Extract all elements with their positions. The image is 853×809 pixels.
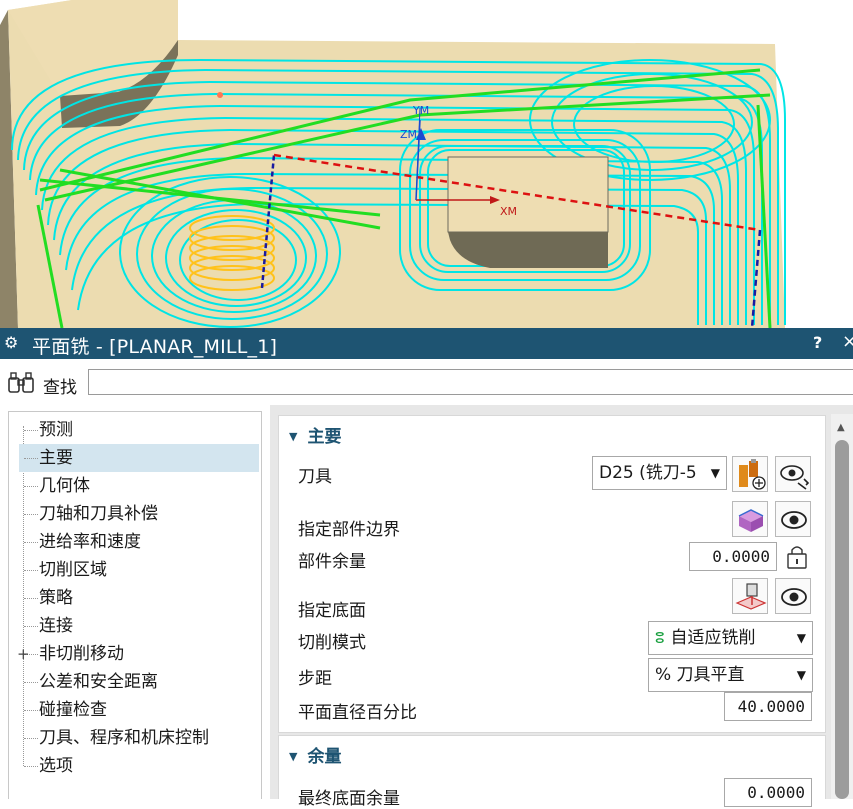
expand-plus-icon[interactable]: + — [17, 640, 30, 668]
nav-item[interactable]: 进给率和速度 — [19, 528, 259, 556]
ym-label: YM — [412, 104, 429, 117]
stock-group-header[interactable]: ▼ 余量 — [289, 742, 341, 767]
chevron-down-icon: ▼ — [796, 668, 806, 682]
lock-icon — [787, 546, 807, 569]
nav-item[interactable]: + 非切削移动 — [17, 640, 259, 668]
graphics-viewport[interactable]: XM YM ZM — [0, 0, 853, 328]
chevron-down-icon: ▼ — [710, 466, 720, 480]
collapse-triangle-icon[interactable]: ▼ — [289, 750, 297, 763]
nav-item-label: 主要 — [39, 448, 73, 468]
scrollbar-thumb[interactable] — [835, 440, 849, 799]
part-boundary-label: 指定部件边界 — [298, 520, 400, 540]
lock-button[interactable] — [782, 542, 812, 571]
tool-label: 刀具 — [298, 467, 332, 487]
panel-scrollbar[interactable]: ▲ — [831, 414, 853, 799]
part-stock-input[interactable]: 0.0000 — [689, 542, 777, 571]
percent-label: 平面直径百分比 — [298, 703, 417, 723]
part-boundary-icon — [738, 509, 764, 532]
settings-panel: ▼ 主要 刀具 D25 (铣刀-5 ▼ 指定部件边界 部件余量 0.0000 指… — [270, 405, 853, 809]
nav-item-label: 碰撞检查 — [39, 700, 107, 720]
stepover-dropdown[interactable]: % 刀具平直 ▼ — [648, 658, 813, 692]
collapse-triangle-icon[interactable]: ▼ — [289, 430, 297, 443]
nav-item-label: 策略 — [39, 588, 73, 608]
tool-dropdown[interactable]: D25 (铣刀-5 ▼ — [592, 456, 727, 490]
eye-icon — [781, 588, 807, 606]
find-bar: 查找 — [0, 359, 853, 409]
close-icon[interactable]: × — [842, 331, 853, 352]
nav-item[interactable]: 预测 — [19, 416, 259, 444]
nav-item[interactable]: 策略 — [19, 584, 259, 612]
nav-item[interactable]: 切削区域 — [19, 556, 259, 584]
select-floor-button[interactable] — [732, 578, 768, 614]
cut-pattern-label: 切削模式 — [298, 633, 366, 653]
stock-group: ▼ 余量 最终底面余量 0.0000 — [278, 735, 826, 809]
nav-item-label: 切削区域 — [39, 560, 107, 580]
nav-item-label: 非切削移动 — [39, 644, 124, 664]
cut-pattern-dropdown[interactable]: ⵓ 自适应铣削 ▼ — [648, 621, 813, 655]
nav-item[interactable]: 选项 — [19, 752, 259, 780]
adaptive-spiral-icon: ⵓ — [655, 629, 665, 647]
nav-item-label: 几何体 — [39, 476, 90, 496]
dialog-titlebar[interactable]: ⚙ 平面铣 - [PLANAR_MILL_1] ? × — [0, 328, 853, 359]
toolpath-view: XM YM ZM — [0, 0, 786, 328]
nav-item-label: 预测 — [39, 420, 73, 440]
help-icon[interactable]: ? — [813, 333, 822, 352]
nav-item[interactable]: 主要 — [19, 444, 259, 472]
nav-item[interactable]: 碰撞检查 — [19, 696, 259, 724]
xm-label: XM — [500, 205, 517, 218]
navigation-tree: 预测主要几何体刀轴和刀具补偿 进给率和速度 切削区域策略连接 + 非切削移动公差和安全距… — [8, 411, 262, 799]
nav-item-label: 连接 — [39, 616, 73, 636]
zm-label: ZM — [400, 128, 417, 141]
display-part-boundary-button[interactable] — [775, 501, 811, 537]
main-group: ▼ 主要 刀具 D25 (铣刀-5 ▼ 指定部件边界 部件余量 0.0000 指… — [278, 415, 826, 733]
gear-icon[interactable]: ⚙ — [4, 333, 18, 352]
floor-icon — [735, 583, 767, 610]
new-tool-icon — [739, 459, 766, 490]
stepover-label: 步距 — [298, 669, 332, 689]
nav-item[interactable]: 公差和安全距离 — [19, 668, 259, 696]
find-label: 查找 — [43, 378, 77, 398]
scroll-up-icon[interactable]: ▲ — [837, 422, 845, 433]
select-part-boundary-button[interactable] — [732, 501, 768, 537]
start-point-marker — [217, 92, 223, 98]
nav-item-label: 刀轴和刀具补偿 — [39, 504, 158, 524]
eye-icon — [781, 511, 807, 529]
nav-item[interactable]: 刀轴和刀具补偿 — [19, 500, 259, 528]
nav-item-label: 公差和安全距离 — [39, 672, 158, 692]
part-stock-label: 部件余量 — [298, 552, 366, 572]
percent-input[interactable]: 40.0000 — [724, 692, 812, 721]
display-floor-button[interactable] — [775, 578, 811, 614]
main-group-header[interactable]: ▼ 主要 — [289, 422, 341, 447]
nav-item[interactable]: 几何体 — [19, 472, 259, 500]
floor-stock-input[interactable]: 0.0000 — [724, 778, 812, 807]
new-tool-button[interactable] — [732, 456, 768, 492]
dialog-title: 平面铣 - [PLANAR_MILL_1] — [32, 336, 278, 358]
chevron-down-icon: ▼ — [796, 631, 806, 645]
nav-item[interactable]: 连接 — [19, 612, 259, 640]
nav-item-label: 进给率和速度 — [39, 532, 141, 552]
nav-item-label: 选项 — [39, 756, 73, 776]
edit-tool-button[interactable] — [775, 456, 811, 492]
nav-item[interactable]: 刀具、程序和机床控制 — [19, 724, 259, 752]
binoculars-icon — [7, 372, 37, 398]
eye-wrench-icon — [780, 465, 810, 490]
find-input[interactable] — [88, 369, 853, 395]
floor-label: 指定底面 — [298, 601, 366, 621]
floor-stock-label: 最终底面余量 — [298, 789, 400, 809]
nav-item-label: 刀具、程序和机床控制 — [39, 728, 209, 748]
